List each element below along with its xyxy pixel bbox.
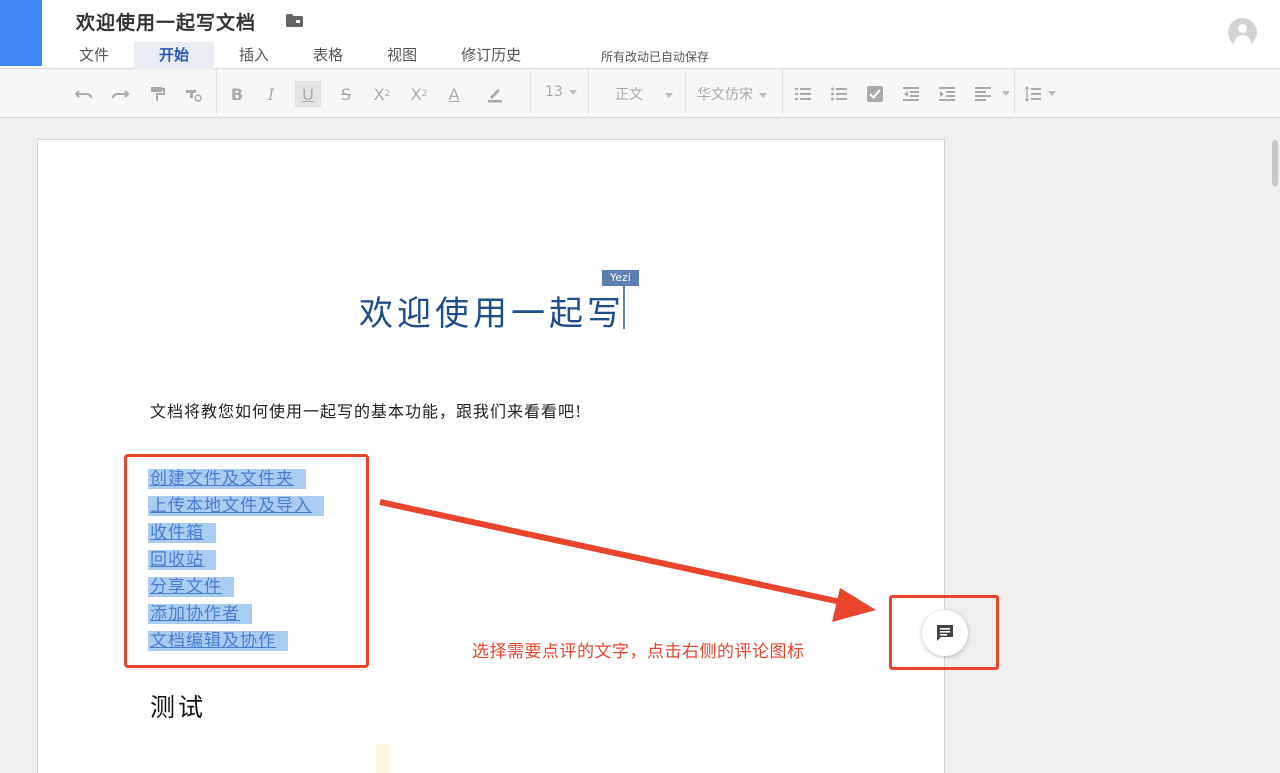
menu-file[interactable]: 文件 — [60, 42, 128, 69]
text-cursor-highlight — [376, 744, 390, 773]
bullet-list-icon[interactable] — [826, 81, 852, 107]
autosave-status: 所有改动已自动保存 — [601, 50, 710, 64]
annotation-caption: 选择需要点评的文字，点击右侧的评论图标 — [472, 642, 805, 662]
app-logo[interactable] — [0, 0, 42, 66]
menu-table[interactable]: 表格 — [294, 42, 362, 69]
paragraph-style-value: 正文 — [615, 87, 643, 103]
chevron-down-icon — [759, 92, 767, 98]
highlight-icon[interactable] — [482, 81, 508, 107]
checklist-icon[interactable] — [862, 81, 888, 107]
clear-format-icon[interactable] — [180, 81, 206, 107]
italic-icon[interactable]: I — [258, 81, 284, 107]
menu-revision-history[interactable]: 修订历史 — [442, 42, 540, 69]
toolbar-separator — [1014, 70, 1015, 114]
format-painter-icon[interactable] — [144, 81, 170, 107]
annotation-box-comment — [889, 595, 999, 670]
avatar-body — [1234, 35, 1251, 47]
toolbar-separator — [685, 70, 686, 114]
font-size-select[interactable]: 13 — [545, 84, 577, 100]
main-menu: 文件 开始 插入 表格 视图 修订历史 — [60, 42, 546, 69]
toolbar-separator — [588, 70, 589, 114]
font-size-value: 13 — [545, 84, 563, 100]
toolbar-separator — [782, 70, 783, 114]
menu-insert[interactable]: 插入 — [220, 42, 288, 69]
paragraph-style-select[interactable]: 正文 — [615, 84, 673, 104]
chevron-down-icon — [568, 89, 577, 95]
line-spacing-icon[interactable] — [1020, 81, 1046, 107]
formatting-toolbar: B I U S X2 X2 A 13 正文 华文仿宋 — [0, 70, 1280, 118]
toolbar-separator — [216, 70, 217, 114]
outdent-icon[interactable] — [898, 81, 924, 107]
numbered-list-icon[interactable] — [790, 81, 816, 107]
indent-icon[interactable] — [934, 81, 960, 107]
text-color-icon[interactable]: A — [441, 81, 467, 107]
toolbar-separator — [530, 70, 531, 114]
folder-icon[interactable] — [286, 14, 303, 27]
font-family-select[interactable]: 华文仿宋 — [697, 84, 767, 104]
chevron-down-icon[interactable] — [1002, 91, 1010, 96]
avatar[interactable] — [1228, 18, 1257, 47]
bold-icon[interactable]: B — [224, 81, 250, 107]
avatar-head — [1238, 24, 1247, 33]
align-icon[interactable] — [970, 81, 996, 107]
collaborator-cursor — [623, 286, 625, 329]
undo-icon[interactable] — [71, 81, 97, 107]
document-title[interactable]: 欢迎使用一起写文档 — [76, 8, 256, 35]
strikethrough-icon[interactable]: S — [333, 81, 359, 107]
chevron-down-icon[interactable] — [1048, 91, 1056, 96]
collaborator-name-tag: Yezi — [602, 270, 639, 286]
chevron-down-icon — [665, 92, 673, 98]
document-heading[interactable]: 欢迎使用一起写 — [38, 286, 946, 335]
document-subheading[interactable]: 测试 — [150, 688, 206, 724]
menu-view[interactable]: 视图 — [368, 42, 436, 69]
subscript-icon[interactable]: X2 — [406, 81, 432, 107]
underline-icon[interactable]: U — [295, 81, 321, 107]
superscript-icon[interactable]: X2 — [369, 81, 395, 107]
app-header: 欢迎使用一起写文档 文件 开始 插入 表格 视图 修订历史 所有改动已自动保存 — [0, 0, 1280, 69]
menu-home[interactable]: 开始 — [134, 42, 215, 69]
scrollbar-thumb[interactable] — [1272, 140, 1278, 186]
redo-icon[interactable] — [107, 81, 133, 107]
font-family-value: 华文仿宋 — [697, 87, 753, 103]
intro-paragraph[interactable]: 文档将教您如何使用一起写的基本功能，跟我们来看看吧! — [150, 398, 582, 422]
annotation-box-selection — [124, 454, 369, 668]
